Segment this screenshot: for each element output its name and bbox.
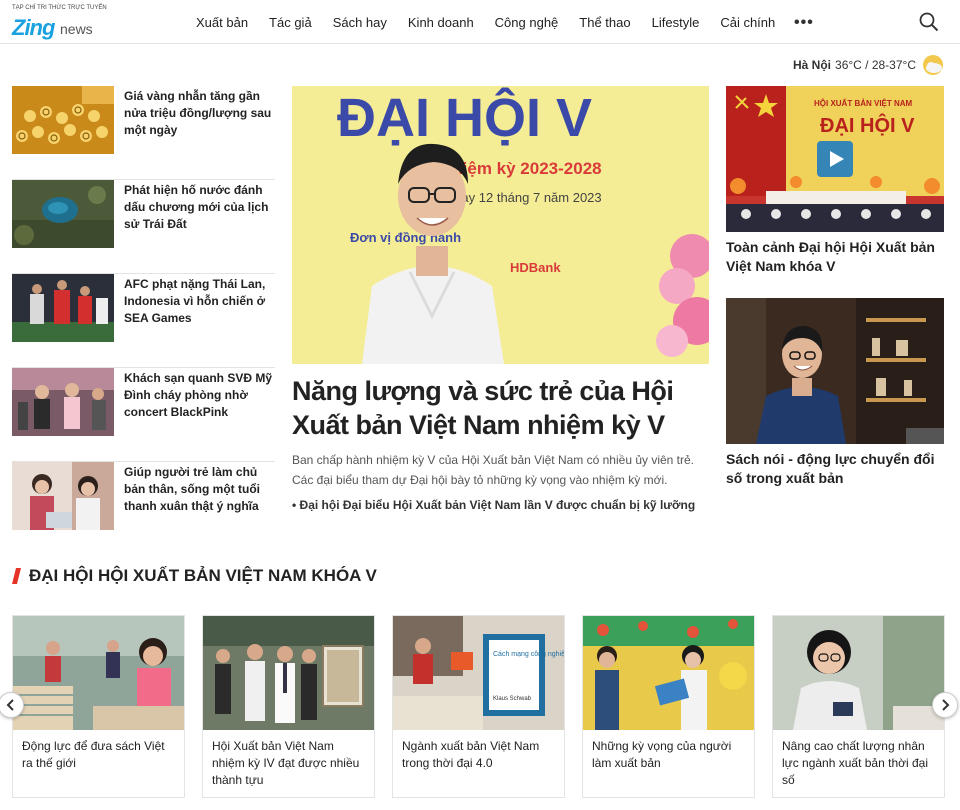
concert-fans-thumbnail[interactable] <box>12 368 114 436</box>
article-card[interactable]: Những kỳ vọng của người làm xuất bản <box>582 615 755 798</box>
sinkhole-thumbnail[interactable] <box>12 180 114 248</box>
weather-temp: 36°C / 28-37°C <box>835 58 916 72</box>
nav-item-the-thao[interactable]: Thể thao <box>579 15 630 30</box>
list-item[interactable]: Giá vàng nhẫn tăng gần nửa triệu đồng/lư… <box>12 86 275 180</box>
nav-item-sach-hay[interactable]: Sách hay <box>333 15 387 30</box>
logo-main: Zing <box>12 15 55 41</box>
hero-image[interactable]: ĐẠI HỘI V Nhiệm kỳ 2023-2028 Hà Nội, ngà… <box>292 86 709 364</box>
list-item[interactable]: Khách sạn quanh SVĐ Mỹ Đình cháy phòng n… <box>12 368 275 462</box>
nav-item-xuat-ban[interactable]: Xuất bản <box>196 15 248 30</box>
hero-banner-sponsor: HDBank <box>510 260 561 275</box>
book-display-image[interactable]: Cách mạng công nghiệp lần thứ tư Klaus S… <box>393 616 564 730</box>
nav-item-lifestyle[interactable]: Lifestyle <box>652 15 700 30</box>
list-item[interactable]: AFC phạt nặng Thái Lan, Indonesia vì hỗn… <box>12 274 275 368</box>
young-women-thumbnail[interactable] <box>12 462 114 530</box>
hero-summary: Ban chấp hành nhiệm kỳ V của Hội Xuất bả… <box>292 453 695 487</box>
more-menu-button[interactable]: ••• <box>794 14 814 32</box>
hero-related-link[interactable]: • Đại hội Đại biểu Hội Xuất bản Việt Nam… <box>292 496 709 514</box>
chevron-left-icon <box>6 699 14 711</box>
list-item-title[interactable]: Phát hiện hố nước đánh dấu chương mới củ… <box>124 182 276 233</box>
partly-cloudy-icon <box>923 55 943 75</box>
main-nav: Xuất bản Tác giả Sách hay Kinh doanh Côn… <box>196 0 796 44</box>
site-header: TẠP CHÍ TRI THỨC TRỰC TUYẾN Zing news Xu… <box>0 0 960 44</box>
gold-rings-thumbnail[interactable] <box>12 86 114 154</box>
card-title[interactable]: Những kỳ vọng của người làm xuất bản <box>592 738 747 772</box>
nav-item-cai-chinh[interactable]: Cải chính <box>720 15 775 30</box>
section-title-text[interactable]: ĐẠI HỘI HỘI XUẤT BẢN VIỆT NAM KHÓA V <box>29 566 377 586</box>
list-item[interactable]: Phát hiện hố nước đánh dấu chương mới củ… <box>12 180 275 274</box>
football-thumbnail[interactable] <box>12 274 114 342</box>
article-card[interactable]: Động lực để đưa sách Việt ra thế giới <box>12 615 185 798</box>
carousel-next-button[interactable] <box>932 692 958 718</box>
right-article-title[interactable]: Sách nói - động lực chuyển đổi số trong … <box>726 450 944 488</box>
book-cover-title: Cách mạng công nghiệp lần thứ tư <box>493 649 564 658</box>
list-item-title[interactable]: Khách sạn quanh SVĐ Mỹ Đình cháy phòng n… <box>124 370 276 421</box>
logo-suffix: news <box>60 21 93 37</box>
logo-tagline: TẠP CHÍ TRI THỨC TRỰC TUYẾN <box>12 5 107 11</box>
list-item-title[interactable]: AFC phạt nặng Thái Lan, Indonesia vì hỗn… <box>124 276 276 327</box>
list-item-title[interactable]: Giá vàng nhẫn tăng gần nửa triệu đồng/lư… <box>124 88 276 139</box>
book-fair-image[interactable] <box>13 616 184 730</box>
card-title[interactable]: Động lực để đưa sách Việt ra thế giới <box>22 738 177 772</box>
article-card[interactable]: Nâng cao chất lượng nhân lực ngành xuất … <box>772 615 945 798</box>
site-logo[interactable]: TẠP CHÍ TRI THỨC TRỰC TUYẾN Zing news <box>12 5 107 41</box>
section-accent-mark <box>12 568 21 584</box>
card-title[interactable]: Nâng cao chất lượng nhân lực ngành xuất … <box>782 738 937 789</box>
logo-main-text: Zing <box>12 15 55 40</box>
book-cover-author: Klaus Schwab <box>493 696 532 702</box>
section-card-carousel: Động lực để đưa sách Việt ra thế giới Hộ… <box>12 615 945 798</box>
nav-item-cong-nghe[interactable]: Công nghệ <box>495 15 559 30</box>
list-item[interactable]: Giúp người trẻ làm chủ bản thân, sống mộ… <box>12 462 275 556</box>
audiobook-thumbnail[interactable] <box>726 298 944 444</box>
weather-widget: Hà Nội 36°C / 28-37°C <box>793 54 944 76</box>
young-readers-image[interactable] <box>583 616 754 730</box>
officials-visit-image[interactable] <box>203 616 374 730</box>
article-card[interactable]: Cách mạng công nghiệp lần thứ tư Klaus S… <box>392 615 565 798</box>
article-card[interactable]: Hội Xuất bản Việt Nam nhiệm kỳ IV đạt đư… <box>202 615 375 798</box>
card-title[interactable]: Hội Xuất bản Việt Nam nhiệm kỳ IV đạt đư… <box>212 738 367 789</box>
play-icon[interactable] <box>817 141 853 177</box>
hero-title[interactable]: Năng lượng và sức trẻ của Hội Xuất bản V… <box>292 374 709 442</box>
right-article-title[interactable]: Toàn cảnh Đại hội Hội Xuất bản Việt Nam … <box>726 238 944 276</box>
congress-video-thumbnail[interactable]: HỘI XUẤT BẢN VIỆT NAM ĐẠI HỘI V <box>726 86 944 232</box>
weather-city: Hà Nội <box>793 58 832 72</box>
chevron-right-icon <box>942 699 950 711</box>
congress-banner-big: ĐẠI HỘI V <box>820 113 915 137</box>
card-title[interactable]: Ngành xuất bản Việt Nam trong thời đại 4… <box>402 738 557 772</box>
woman-reading-image[interactable] <box>773 616 944 730</box>
search-icon[interactable] <box>918 11 940 33</box>
list-item-title[interactable]: Giúp người trẻ làm chủ bản thân, sống mộ… <box>124 464 276 515</box>
nav-item-kinh-doanh[interactable]: Kinh doanh <box>408 15 474 30</box>
congress-banner-small: HỘI XUẤT BẢN VIỆT NAM <box>814 98 913 108</box>
hero-banner-big: ĐẠI HỘI V <box>337 87 592 148</box>
section-heading[interactable]: ĐẠI HỘI HỘI XUẤT BẢN VIỆT NAM KHÓA V <box>12 565 377 587</box>
nav-item-tac-gia[interactable]: Tác giả <box>269 15 312 30</box>
